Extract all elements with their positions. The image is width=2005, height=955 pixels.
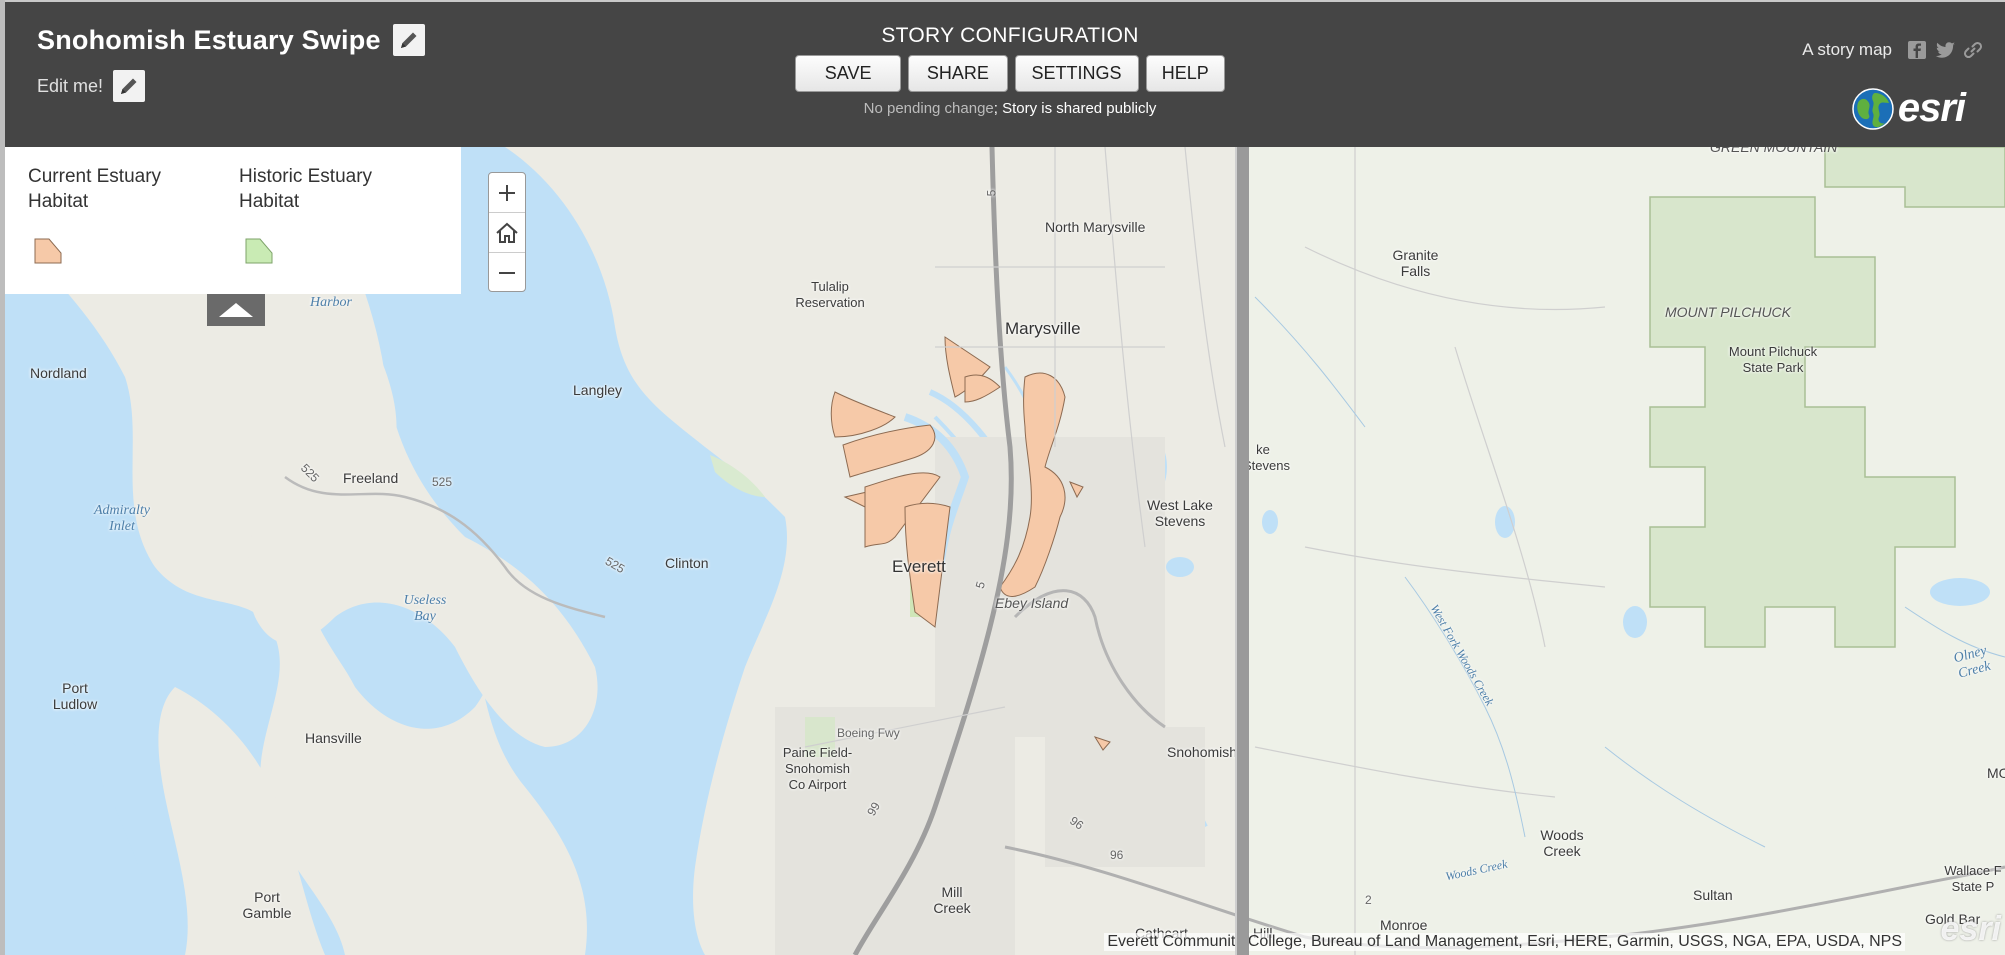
label-pilchuck-state-park: Mount Pilchuck State Park xyxy=(1728,344,1818,375)
twitter-icon[interactable] xyxy=(1934,40,1956,60)
label-mo-partial: MO xyxy=(1987,765,2005,781)
label-route-5-north: 5 xyxy=(984,189,999,197)
label-wallace-falls: Wallace F State P xyxy=(1944,863,2002,894)
label-tulalip: Tulalip Reservation xyxy=(795,279,865,310)
label-woods-creek: Woods Creek xyxy=(1540,827,1584,859)
chevron-up-icon xyxy=(219,303,253,317)
status-line: No pending change; Story is shared publi… xyxy=(795,100,1225,117)
help-button[interactable]: HELP xyxy=(1145,55,1225,92)
label-route-525-b: 525 xyxy=(432,475,453,489)
legend-panel: Current Estuary Habitat Historic Estuary… xyxy=(5,147,461,294)
label-snohomish: Snohomish xyxy=(1167,744,1238,760)
edit-subtitle-button[interactable] xyxy=(113,70,146,102)
settings-button[interactable]: SETTINGS xyxy=(1014,55,1139,92)
label-route-2: 2 xyxy=(1365,893,1372,907)
swipe-handle[interactable] xyxy=(1235,147,1249,955)
esri-wordmark: esri xyxy=(1897,86,1966,130)
label-north-marysville: North Marysville xyxy=(1045,219,1146,235)
shared-status: ; Story is shared publicly xyxy=(993,100,1157,117)
globe-icon xyxy=(1852,87,1894,130)
label-granite-falls: Granite Falls xyxy=(1392,247,1439,279)
label-hansville: Hansville xyxy=(305,730,362,746)
label-everett: Everett xyxy=(892,557,946,576)
zoom-out-button[interactable] xyxy=(489,253,525,292)
minus-icon xyxy=(499,271,515,274)
pencil-icon xyxy=(121,78,137,94)
historic-habitat-swatch xyxy=(245,238,273,264)
home-button[interactable] xyxy=(489,213,525,253)
label-monroe: Monroe xyxy=(1380,917,1428,933)
map-attribution: Everett Community College, Bureau of Lan… xyxy=(1104,933,1905,951)
label-mount-pilchuck: MOUNT PILCHUCK xyxy=(1665,304,1792,320)
builder-toolbar: SAVE SHARE SETTINGS HELP xyxy=(795,55,1225,92)
label-sultan: Sultan xyxy=(1693,887,1733,903)
link-icon[interactable] xyxy=(1963,40,1983,60)
story-header: Snohomish Estuary Swipe Edit me! STORY C… xyxy=(5,0,2005,147)
label-langley: Langley xyxy=(573,382,623,398)
current-habitat-swatch xyxy=(34,238,62,264)
legend-item-historic: Historic Estuary Habitat xyxy=(239,166,373,212)
pending-status: No pending change xyxy=(863,100,994,117)
plus-icon xyxy=(499,184,515,201)
save-button[interactable]: SAVE xyxy=(795,55,902,92)
legend-item-current: Current Estuary Habitat xyxy=(28,166,162,212)
zoom-in-button[interactable] xyxy=(489,173,525,213)
legend-collapse-button[interactable] xyxy=(207,294,265,326)
label-marysville: Marysville xyxy=(1005,319,1081,338)
label-west-lake-stevens: West Lake Stevens xyxy=(1147,497,1213,529)
zoom-control xyxy=(488,172,526,292)
label-green-mountain: GREEN MOUNTAIN xyxy=(1710,147,1838,155)
label-port-ludlow: Port Ludlow xyxy=(52,680,98,712)
edit-title-button[interactable] xyxy=(392,24,425,56)
facebook-icon[interactable] xyxy=(1907,40,1927,60)
home-icon xyxy=(496,222,518,243)
subtitle-row: Edit me! xyxy=(37,70,146,102)
share-button[interactable]: SHARE xyxy=(908,55,1008,92)
share-row: A story map xyxy=(1802,40,1983,60)
pencil-icon xyxy=(400,32,417,48)
esri-logo[interactable]: esri xyxy=(1851,86,1966,131)
story-map-label: A story map xyxy=(1802,40,1892,59)
label-clinton: Clinton xyxy=(665,555,709,571)
label-paine-field: Paine Field-Snohomish Co Airport xyxy=(782,745,853,792)
label-lake-stevens-partial: ke Stevens xyxy=(1243,442,1290,473)
label-freeland: Freeland xyxy=(343,470,399,486)
builder-title: STORY CONFIGURATION xyxy=(881,24,1139,47)
story-subtitle[interactable]: Edit me! xyxy=(37,76,103,97)
label-port-gamble: Port Gamble xyxy=(242,889,292,921)
label-boeing-fwy: Boeing Fwy xyxy=(837,726,900,740)
label-route-96-b: 96 xyxy=(1110,848,1124,862)
title-row: Snohomish Estuary Swipe xyxy=(37,24,425,56)
builder-panel: STORY CONFIGURATION SAVE SHARE SETTINGS … xyxy=(795,24,1225,117)
story-title[interactable]: Snohomish Estuary Swipe xyxy=(37,25,381,56)
label-harbor: Harbor xyxy=(310,295,353,310)
esri-watermark: esri xyxy=(1940,910,2002,948)
label-ebey-island: Ebey Island xyxy=(995,595,1069,611)
label-useless-bay: Useless Bay xyxy=(403,593,447,624)
label-mill-creek: Mill Creek xyxy=(933,884,971,916)
label-admiralty-inlet: Admiralty Inlet xyxy=(94,503,150,534)
label-nordland: Nordland xyxy=(30,365,87,381)
